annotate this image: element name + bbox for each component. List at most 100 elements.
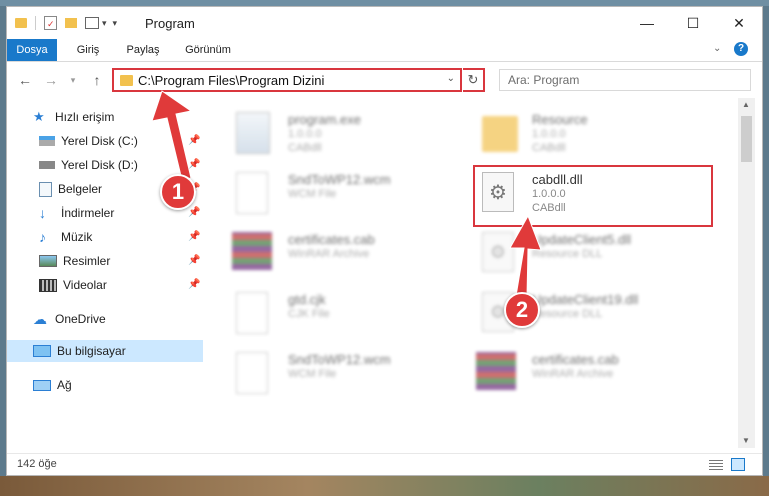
help-icon[interactable]: ? <box>734 42 748 56</box>
minimize-button[interactable]: — <box>624 7 670 39</box>
scrollbar-thumb[interactable] <box>741 116 752 162</box>
file-name: program.exe <box>288 112 361 127</box>
file-list: program.exe 1.0.0.0 CABdll Resource 1.0.… <box>204 98 738 448</box>
nav-item-videolar[interactable]: Videolar 📌 <box>7 274 203 296</box>
recent-locations-chevron-icon[interactable]: ▾ <box>63 70 83 90</box>
navigation-pane: ★ Hızlı erişim Yerel Disk (C:) 📌 Yerel D… <box>7 98 203 448</box>
status-bar: 142 öğe <box>7 453 762 475</box>
large-icons-view-icon[interactable] <box>731 458 745 471</box>
back-button[interactable]: ← <box>15 70 35 90</box>
nav-item-muzik[interactable]: ♪ Müzik 📌 <box>7 226 203 248</box>
new-folder-icon[interactable] <box>65 18 77 28</box>
address-path: C:\Program Files\Program Dizini <box>138 72 325 88</box>
file-type: Resource DLL <box>532 308 603 320</box>
folder-icon <box>15 18 27 28</box>
scroll-up-icon[interactable]: ▲ <box>742 100 750 109</box>
folder-icon <box>120 74 133 86</box>
file-item[interactable]: SndToWP12.wcm WCM File <box>232 350 462 402</box>
folder-icon <box>482 116 518 152</box>
exe-icon <box>236 112 270 154</box>
file-item[interactable]: SndToWP12.wcm WCM File <box>232 170 462 222</box>
nav-label: Resimler <box>63 254 111 268</box>
file-name: certificates.cab <box>288 232 375 247</box>
drive-icon <box>39 161 55 169</box>
document-icon <box>236 172 268 214</box>
file-company: CABdll <box>288 142 322 154</box>
search-input[interactable]: Ara: Program <box>499 69 751 91</box>
nav-item-ag[interactable]: Ağ <box>7 374 203 396</box>
network-icon <box>33 379 51 391</box>
maximize-button[interactable]: ☐ <box>670 7 716 39</box>
film-strip-icon <box>39 278 57 292</box>
nav-label: Müzik <box>61 230 93 244</box>
customize-toolbar-icon[interactable]: ▾ <box>113 18 118 29</box>
nav-label: Belgeler <box>58 182 103 196</box>
refresh-button[interactable]: ↻ <box>463 68 485 92</box>
file-type: CJK File <box>288 308 330 320</box>
title-bar: ✓ ▾ ▾ Program — ☐ ✕ <box>7 7 762 39</box>
file-item[interactable]: gtd.cjk CJK File <box>232 290 462 342</box>
nav-item-onedrive[interactable]: ☁ OneDrive <box>7 308 203 330</box>
pin-icon: 📌 <box>188 279 201 290</box>
up-button[interactable]: ↑ <box>87 70 107 90</box>
file-type: Resource DLL <box>532 248 603 260</box>
scroll-down-icon[interactable]: ▼ <box>742 436 750 445</box>
winrar-archive-icon <box>232 232 272 270</box>
music-note-icon: ♪ <box>39 229 46 245</box>
file-type: WCM File <box>288 368 337 380</box>
nav-item-yerel-disk-d[interactable]: Yerel Disk (D:) 📌 <box>7 154 203 176</box>
chevron-down-icon[interactable]: ▾ <box>102 18 107 29</box>
file-item[interactable]: certificates.cab WinRAR Archive <box>476 350 706 402</box>
file-name: UpdateClient19.dll <box>532 292 639 307</box>
nav-item-resimler[interactable]: Resimler 📌 <box>7 250 203 272</box>
vertical-scrollbar[interactable]: ▲ ▼ <box>738 98 755 448</box>
nav-item-bu-bilgisayar[interactable]: Bu bilgisayar <box>7 340 203 362</box>
file-item[interactable]: program.exe 1.0.0.0 CABdll <box>232 110 462 162</box>
file-name: SndToWP12.wcm <box>288 172 391 187</box>
properties-icon[interactable]: ✓ <box>44 16 57 30</box>
close-button[interactable]: ✕ <box>716 7 762 39</box>
expand-ribbon-icon[interactable]: ⌄ <box>713 43 721 54</box>
address-bar[interactable]: C:\Program Files\Program Dizini ⌄ <box>112 68 462 92</box>
file-item[interactable]: Resource 1.0.0.0 CABdll <box>476 110 706 162</box>
address-history-chevron-icon[interactable]: ⌄ <box>447 73 455 84</box>
pin-icon: 📌 <box>188 135 201 146</box>
details-view-icon[interactable] <box>709 459 723 470</box>
download-arrow-icon: ↓ <box>39 205 46 221</box>
forward-button[interactable]: → <box>41 70 61 90</box>
dll-gear-icon: ⚙ <box>482 232 514 272</box>
tab-paylas[interactable]: Paylaş <box>117 39 169 61</box>
file-name: gtd.cjk <box>288 292 326 307</box>
tab-dosya[interactable]: Dosya <box>7 39 57 61</box>
nav-item-hizli-erisim[interactable]: ★ Hızlı erişim <box>7 106 203 128</box>
nav-label: Ağ <box>57 378 72 392</box>
pin-icon: 📌 <box>188 231 201 242</box>
tab-gorunum[interactable]: Görünüm <box>177 39 239 61</box>
pin-icon: 📌 <box>188 159 201 170</box>
document-icon <box>236 292 268 334</box>
winrar-archive-icon <box>476 352 516 390</box>
document-icon <box>236 352 268 394</box>
cloud-icon: ☁ <box>33 311 47 327</box>
nav-label: Bu bilgisayar <box>57 344 126 358</box>
documents-icon <box>39 181 52 197</box>
tab-giris[interactable]: Giriş <box>65 39 111 61</box>
view-options-icon[interactable] <box>85 17 99 29</box>
nav-label: Videolar <box>63 278 107 292</box>
file-item[interactable]: certificates.cab WinRAR Archive <box>232 230 462 282</box>
file-name: Resource <box>532 112 588 127</box>
file-type: WCM File <box>288 188 337 200</box>
file-type: WinRAR Archive <box>288 248 370 260</box>
search-placeholder: Ara: Program <box>508 73 580 87</box>
highlight-box-cabdll <box>473 165 713 227</box>
pin-icon: 📌 <box>188 207 201 218</box>
step-2-badge: 2 <box>504 292 540 328</box>
quick-access-toolbar: ✓ ▾ ▾ <box>15 15 117 31</box>
computer-icon <box>33 345 51 357</box>
nav-item-yerel-disk-c[interactable]: Yerel Disk (C:) 📌 <box>7 130 203 152</box>
step-1-badge: 1 <box>160 174 196 210</box>
drive-icon <box>39 136 55 146</box>
file-item[interactable]: ⚙ UpdateClient5.dll Resource DLL <box>476 230 706 282</box>
address-row: ← → ▾ ↑ C:\Program Files\Program Dizini … <box>7 62 762 98</box>
file-version: 1.0.0.0 <box>532 128 566 140</box>
